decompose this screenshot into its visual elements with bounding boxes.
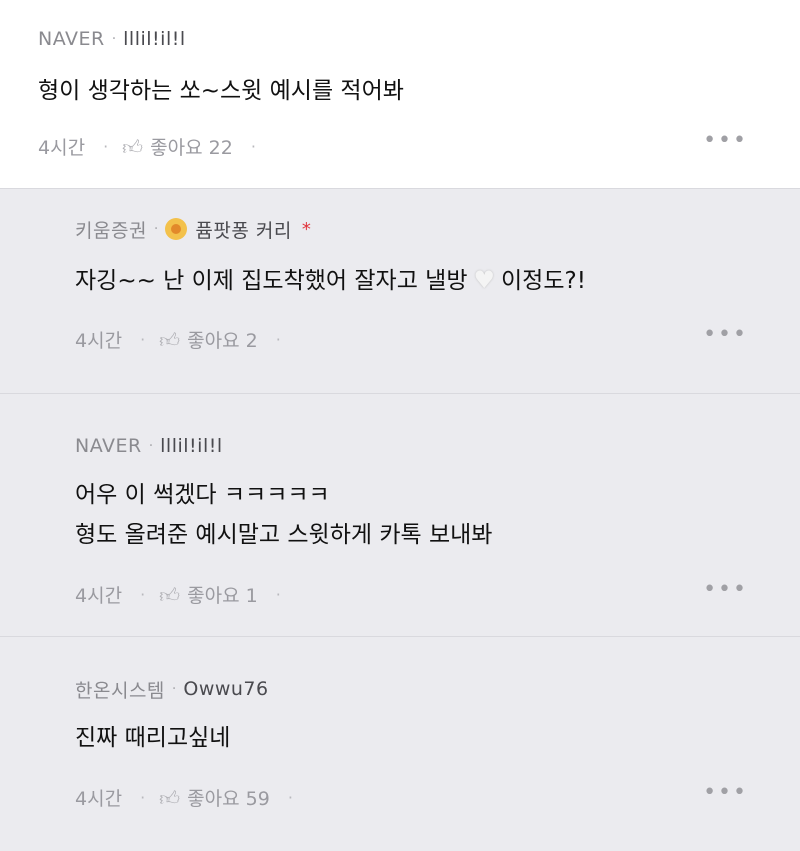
author-name[interactable]: NAVER bbox=[38, 28, 105, 50]
comment-text: 어우 이 썩겠다 ㅋㅋㅋㅋㅋ 형도 올려준 예시말고 스윗하게 카톡 보내봐 bbox=[75, 475, 800, 555]
separator-dot: · bbox=[140, 788, 146, 807]
comment-meta: 키움증권 · 퓸팟퐁 커리 * bbox=[75, 216, 800, 243]
more-dots-icon[interactable]: ••• bbox=[703, 780, 748, 805]
separator-dot: · bbox=[275, 330, 281, 349]
separator-dot: · bbox=[275, 585, 281, 604]
comment-main: NAVER · lllil!il!l 형이 생각하는 쏘~스윗 예시를 적어봐 … bbox=[0, 0, 800, 188]
comment-footer: 4시간 · 👍︎ 좋아요 59 · bbox=[75, 784, 307, 811]
thumbs-up-icon[interactable]: 👍︎ bbox=[122, 137, 144, 157]
user-badge-icon bbox=[165, 218, 188, 240]
comment-line: 어우 이 썩겠다 ㅋㅋㅋㅋㅋ bbox=[75, 482, 330, 508]
white-heart-icon: ♥ bbox=[473, 266, 496, 294]
nickname[interactable]: lllil!il!l bbox=[123, 28, 185, 50]
nickname[interactable]: 퓸팟퐁 커리 bbox=[195, 216, 291, 243]
separator-dot: · bbox=[103, 137, 109, 156]
separator-dot: · bbox=[153, 221, 159, 237]
separator-dot: · bbox=[250, 137, 256, 156]
like-count[interactable]: 좋아요 22 bbox=[150, 133, 233, 160]
more-dots-icon[interactable]: ••• bbox=[703, 322, 748, 347]
more-dots-icon[interactable]: ••• bbox=[703, 128, 748, 153]
timestamp: 4시간 bbox=[75, 788, 123, 810]
separator-dot: · bbox=[287, 788, 293, 807]
reply-3: 한온시스템 · Owwu76 진짜 때리고싶네 4시간 · 👍︎ 좋아요 59 … bbox=[0, 636, 800, 851]
comment-meta: NAVER · lllil!il!l bbox=[75, 434, 800, 458]
comment-text: 형이 생각하는 쏘~스윗 예시를 적어봐 bbox=[38, 78, 404, 104]
thumbs-up-icon[interactable]: 👍︎ bbox=[159, 330, 181, 350]
nickname[interactable]: Owwu76 bbox=[183, 678, 268, 700]
author-name[interactable]: 한온시스템 bbox=[75, 676, 165, 703]
separator-dot: · bbox=[140, 585, 146, 604]
like-count[interactable]: 좋아요 2 bbox=[187, 326, 258, 353]
comment-footer: 4시간 · 👍︎ 좋아요 22 · bbox=[38, 133, 270, 160]
comment-text-part: 이정도?! bbox=[501, 268, 586, 294]
comment-line: 형도 올려준 예시말고 스윗하게 카톡 보내봐 bbox=[75, 522, 493, 548]
separator-dot: · bbox=[171, 681, 177, 697]
comment-text-part: 자깅~~ 난 이제 집도착했어 잘자고 낼방 bbox=[75, 268, 468, 294]
separator-dot: · bbox=[111, 31, 117, 47]
like-count[interactable]: 좋아요 1 bbox=[187, 581, 258, 608]
reply-1: 키움증권 · 퓸팟퐁 커리 * 자깅~~ 난 이제 집도착했어 잘자고 낼방 ♥ 이… bbox=[0, 188, 800, 393]
comment-footer: 4시간 · 👍︎ 좋아요 2 · bbox=[75, 326, 295, 353]
separator-dot: · bbox=[148, 438, 154, 454]
thumbs-up-icon[interactable]: 👍︎ bbox=[159, 585, 181, 605]
like-count[interactable]: 좋아요 59 bbox=[187, 784, 270, 811]
author-name[interactable]: NAVER bbox=[75, 435, 142, 457]
comment-text: 자깅~~ 난 이제 집도착했어 잘자고 낼방 ♥ 이정도?! bbox=[75, 260, 800, 301]
thumbs-up-icon[interactable]: 👍︎ bbox=[159, 788, 181, 808]
timestamp: 4시간 bbox=[75, 330, 123, 352]
author-name[interactable]: 키움증권 bbox=[75, 216, 147, 243]
star-icon: * bbox=[301, 218, 311, 240]
nickname[interactable]: lllil!il!l bbox=[160, 435, 222, 457]
comment-text: 진짜 때리고싶네 bbox=[75, 725, 231, 751]
separator-dot: · bbox=[140, 330, 146, 349]
comment-footer: 4시간 · 👍︎ 좋아요 1 · bbox=[75, 581, 295, 608]
reply-2: NAVER · lllil!il!l 어우 이 썩겠다 ㅋㅋㅋㅋㅋ 형도 올려준… bbox=[0, 393, 800, 636]
comment-meta: 한온시스템 · Owwu76 bbox=[75, 676, 800, 703]
timestamp: 4시간 bbox=[75, 585, 123, 607]
more-dots-icon[interactable]: ••• bbox=[703, 577, 748, 602]
timestamp: 4시간 bbox=[38, 137, 86, 159]
comment-meta: NAVER · lllil!il!l bbox=[38, 27, 800, 51]
